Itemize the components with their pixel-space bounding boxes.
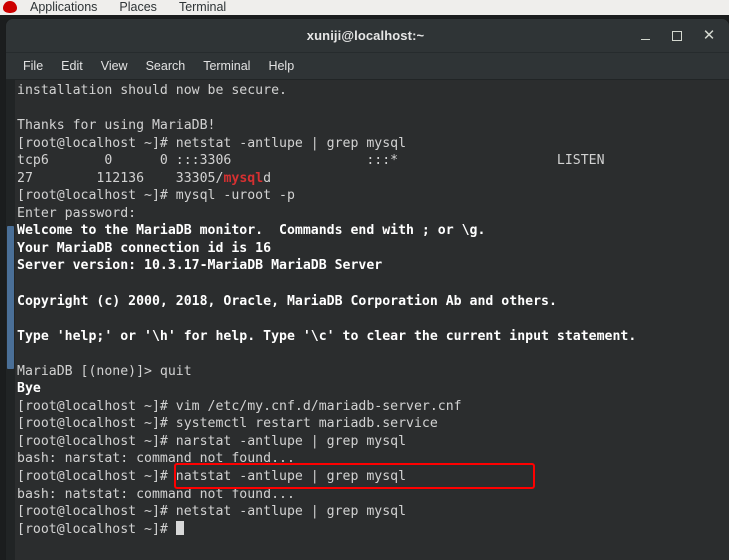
terminal-text: Type 'help;' or '\h' for help. Type '\c'… <box>17 328 637 344</box>
terminal-line: Type 'help;' or '\h' for help. Type '\c'… <box>17 328 729 346</box>
terminal-cursor <box>175 520 184 535</box>
terminal-text: bash: natstat: command not found... <box>17 486 295 502</box>
terminal-line: bash: narstat: command not found... <box>17 450 729 468</box>
terminal-line: [root@localhost ~]# narstat -antlupe | g… <box>17 433 729 451</box>
desktop-top-panel: Applications Places Terminal <box>0 0 729 15</box>
terminal-text: [root@localhost ~]# netstat -antlupe | g… <box>17 504 407 520</box>
terminal-line: tcp6 0 0 :::3306 :::* LISTEN <box>17 152 729 170</box>
window-title-bar[interactable]: xuniji@localhost:~ ✕ <box>6 19 729 53</box>
terminal-text: tcp6 0 0 :::3306 :::* LISTEN <box>17 153 605 169</box>
close-button[interactable]: ✕ <box>693 22 725 50</box>
terminal-line <box>17 345 729 363</box>
terminal-line: installation should now be secure. <box>17 82 729 100</box>
terminal-window: xuniji@localhost:~ ✕ File Edit View Sear… <box>6 19 729 560</box>
terminal-text: Thanks for using MariaDB! <box>17 118 216 134</box>
terminal-text: 27 112136 33305/ <box>17 170 224 186</box>
terminal-scrollbar[interactable] <box>6 80 15 560</box>
redhat-logo-icon[interactable] <box>2 0 19 15</box>
menu-item-terminal[interactable]: Terminal <box>194 53 259 79</box>
terminal-line <box>17 310 729 328</box>
terminal-line: [root@localhost ~]# systemctl restart ma… <box>17 415 729 433</box>
terminal-line: Thanks for using MariaDB! <box>17 117 729 135</box>
window-title: xuniji@localhost:~ <box>306 28 425 43</box>
terminal-text: [root@localhost ~]# <box>17 521 176 537</box>
terminal-line <box>17 275 729 293</box>
terminal-text: Your MariaDB connection id is 16 <box>17 240 272 256</box>
terminal-text: d <box>263 170 272 186</box>
panel-item-terminal[interactable]: Terminal <box>168 0 237 15</box>
terminal-text: [root@localhost ~]# mysql -uroot -p <box>17 188 295 204</box>
terminal-text: Welcome to the MariaDB monitor. Commands… <box>17 223 486 239</box>
terminal-body[interactable]: installation should now be secure. Thank… <box>6 80 729 560</box>
terminal-line: Server version: 10.3.17-MariaDB MariaDB … <box>17 257 729 275</box>
terminal-text: [root@localhost ~]# netstat -antlupe | g… <box>17 135 407 151</box>
terminal-line: Copyright (c) 2000, 2018, Oracle, MariaD… <box>17 293 729 311</box>
terminal-text: Copyright (c) 2000, 2018, Oracle, MariaD… <box>17 293 557 309</box>
terminal-line: Bye <box>17 380 729 398</box>
terminal-text: bash: narstat: command not found... <box>17 451 295 467</box>
menu-item-help[interactable]: Help <box>259 53 303 79</box>
close-icon: ✕ <box>702 27 716 44</box>
maximize-button[interactable] <box>661 22 693 50</box>
terminal-line: MariaDB [(none)]> quit <box>17 363 729 381</box>
panel-item-applications[interactable]: Applications <box>19 0 108 15</box>
terminal-text: Enter password: <box>17 205 137 221</box>
terminal-text: [root@localhost ~]# vim /etc/my.cnf.d/ma… <box>17 398 462 414</box>
panel-item-places[interactable]: Places <box>108 0 168 15</box>
scrollbar-thumb[interactable] <box>7 226 14 369</box>
terminal-text: [root@localhost ~]# natstat -antlupe | g… <box>17 469 407 485</box>
terminal-text: [root@localhost ~]# systemctl restart ma… <box>17 416 438 432</box>
terminal-text: installation should now be secure. <box>17 83 287 98</box>
terminal-text: Bye <box>17 381 41 397</box>
terminal-line: Enter password: <box>17 205 729 223</box>
terminal-text: [root@localhost ~]# narstat -antlupe | g… <box>17 433 407 449</box>
terminal-line: Welcome to the MariaDB monitor. Commands… <box>17 222 729 240</box>
terminal-line: [root@localhost ~]# mysql -uroot -p <box>17 187 729 205</box>
menu-item-view[interactable]: View <box>92 53 137 79</box>
terminal-line: bash: natstat: command not found... <box>17 486 729 504</box>
terminal-text: MariaDB [(none)]> quit <box>17 363 192 379</box>
terminal-line: Your MariaDB connection id is 16 <box>17 240 729 258</box>
terminal-line: [root@localhost ~]# natstat -antlupe | g… <box>17 468 729 486</box>
terminal-line: [root@localhost ~]# netstat -antlupe | g… <box>17 503 729 521</box>
maximize-icon <box>672 30 682 41</box>
menu-bar: File Edit View Search Terminal Help <box>6 53 729 80</box>
terminal-line: [root@localhost ~]# netstat -antlupe | g… <box>17 135 729 153</box>
grep-match-text: mysql <box>223 170 264 186</box>
minimize-button[interactable] <box>629 22 661 50</box>
minimize-icon <box>640 38 650 41</box>
terminal-output[interactable]: installation should now be secure. Thank… <box>15 80 729 560</box>
terminal-line: [root@localhost ~]# <box>17 520 729 539</box>
menu-item-file[interactable]: File <box>14 53 52 79</box>
window-controls: ✕ <box>629 22 729 50</box>
terminal-line: [root@localhost ~]# vim /etc/my.cnf.d/ma… <box>17 398 729 416</box>
terminal-line: 27 112136 33305/mysqld <box>17 170 729 188</box>
terminal-text: Server version: 10.3.17-MariaDB MariaDB … <box>17 258 383 274</box>
menu-item-search[interactable]: Search <box>137 53 195 79</box>
menu-item-edit[interactable]: Edit <box>52 53 92 79</box>
terminal-line <box>17 100 729 118</box>
